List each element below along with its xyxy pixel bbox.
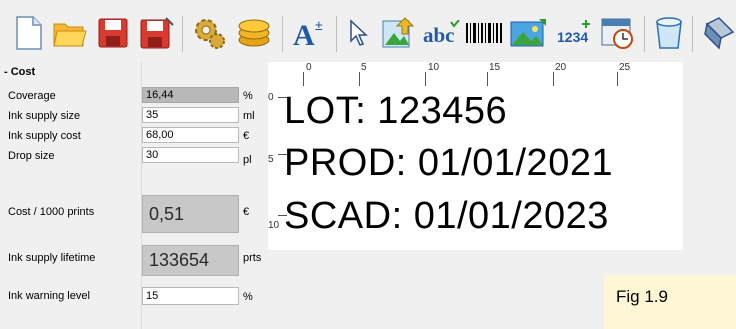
svg-text:±: ± <box>315 17 323 33</box>
ink-supply-cost-field[interactable] <box>142 127 239 143</box>
toolbar-separator <box>182 16 183 52</box>
datetime-icon[interactable] <box>598 14 638 52</box>
barcode-icon[interactable] <box>464 14 504 52</box>
toolbar: A ± abc 1234 <box>0 0 736 62</box>
ruler-tick <box>359 72 360 86</box>
font-size-icon[interactable]: A ± <box>290 14 328 52</box>
ruler-label: 10 <box>428 62 440 73</box>
drop-size-unit: pl <box>243 154 252 166</box>
coverage-label: Coverage <box>8 90 56 102</box>
cost-section-title[interactable]: - Cost <box>4 66 35 78</box>
ink-warning-level-field[interactable] <box>142 287 239 305</box>
cost-panel: - Cost Coverage % Ink supply size ml Ink… <box>0 62 268 329</box>
ruler-label: 0 <box>268 92 274 103</box>
toolbar-separator <box>692 16 693 52</box>
ruler-tick <box>617 72 618 86</box>
ink-supply-lifetime-unit: prts <box>243 252 262 264</box>
panel-divider <box>141 62 142 329</box>
toolbar-separator <box>336 16 337 52</box>
ink-supply-cost-label: Ink supply cost <box>8 130 81 142</box>
coverage-field[interactable] <box>142 87 239 103</box>
cost-per-1000-unit: € <box>243 206 250 218</box>
ink-warning-level-label: Ink warning level <box>8 290 90 302</box>
save-icon[interactable] <box>96 14 130 52</box>
ruler-tick <box>553 72 554 86</box>
ruler-label: 25 <box>619 62 631 73</box>
ink-supply-size-unit: ml <box>243 110 255 122</box>
svg-text:1234: 1234 <box>557 29 588 45</box>
print-preview[interactable]: 0 5 10 15 20 25 0 5 10 LOT: 123456 PROD:… <box>268 62 683 250</box>
drop-size-label: Drop size <box>8 150 55 162</box>
ruler-tick <box>303 72 304 86</box>
production-date-text[interactable]: PROD: 01/01/2021 <box>284 142 613 185</box>
counter-icon[interactable]: 1234 <box>556 14 594 52</box>
drop-size-field[interactable] <box>142 147 239 163</box>
new-document-icon[interactable] <box>12 14 46 52</box>
clear-icon[interactable] <box>652 14 686 52</box>
coverage-unit: % <box>243 90 253 102</box>
select-arrow-icon[interactable] <box>344 14 374 52</box>
save-as-icon[interactable] <box>138 14 176 52</box>
ruler-label: 5 <box>361 62 367 73</box>
toolbar-separator <box>282 16 283 52</box>
more-icon[interactable] <box>700 14 736 52</box>
ruler-label: 15 <box>489 62 501 73</box>
cost-coins-icon[interactable] <box>234 14 274 52</box>
ink-supply-cost-unit: € <box>243 130 250 142</box>
open-folder-icon[interactable] <box>52 14 88 52</box>
ruler-tick <box>487 72 488 86</box>
ink-supply-size-field[interactable] <box>142 107 239 123</box>
ruler-label: 0 <box>306 62 312 73</box>
ruler-label: 5 <box>268 154 274 165</box>
ink-supply-lifetime-label: Ink supply lifetime <box>8 252 96 264</box>
expiry-date-text[interactable]: SCAD: 01/01/2023 <box>284 195 609 238</box>
cost-per-1000-label: Cost / 1000 prints <box>8 206 95 218</box>
cost-per-1000-value: 0,51 <box>142 195 239 233</box>
svg-text:A: A <box>293 19 315 49</box>
svg-text:abc: abc <box>423 23 455 46</box>
toolbar-separator <box>644 16 645 52</box>
import-image-icon[interactable] <box>380 14 416 52</box>
image-icon[interactable] <box>508 14 548 52</box>
ink-supply-lifetime-value: 133654 <box>142 245 239 276</box>
ink-warning-level-unit: % <box>243 291 253 303</box>
text-abc-icon[interactable]: abc <box>422 14 462 52</box>
figure-caption: Fig 1.9 <box>604 275 736 329</box>
ruler-tick <box>425 72 426 86</box>
ink-supply-size-label: Ink supply size <box>8 110 81 122</box>
ruler-label: 10 <box>268 220 280 231</box>
ruler-label: 20 <box>555 62 567 73</box>
settings-icon[interactable] <box>190 14 228 52</box>
lot-text[interactable]: LOT: 123456 <box>284 90 507 133</box>
